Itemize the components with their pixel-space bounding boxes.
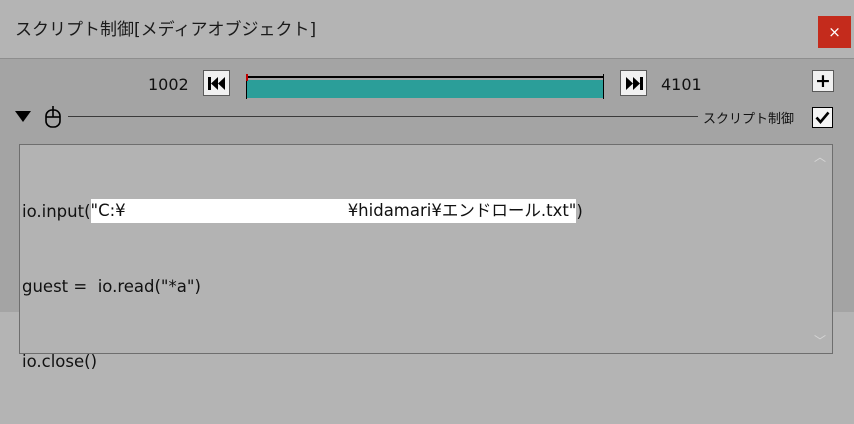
- section-label: スクリプト制御: [703, 112, 795, 127]
- code-line: io.close(): [20, 349, 583, 374]
- scroll-down-arrow-icon[interactable]: ﹀: [809, 330, 831, 352]
- script-editor[interactable]: io.input("C:¥ ¥hidamari¥エンドロール.txt") gues…: [19, 144, 833, 371]
- slider-rail: [246, 76, 604, 78]
- range-end-handle[interactable]: [603, 74, 604, 99]
- fast-forward-button[interactable]: [620, 70, 647, 96]
- code-token: ): [576, 202, 583, 221]
- section-header: スクリプト制御: [0, 104, 854, 130]
- close-button[interactable]: ×: [818, 16, 851, 48]
- section-divider: [68, 116, 698, 117]
- current-position-marker: [246, 74, 248, 81]
- code-token: io.close(): [22, 352, 98, 371]
- collapse-triangle-icon[interactable]: [15, 111, 31, 123]
- mouse-icon: [45, 106, 61, 128]
- code-line: io.input("C:¥ ¥hidamari¥エンドロール.txt"): [20, 199, 583, 224]
- title-bar: スクリプト制御[メディアオブジェクト] ×: [0, 0, 854, 58]
- vertical-scrollbar[interactable]: ︿ ﹀: [809, 146, 831, 352]
- start-frame-number: 1002: [148, 75, 189, 94]
- selected-path-start: "C:¥: [90, 199, 126, 223]
- add-button[interactable]: +: [812, 70, 834, 92]
- code-token: guest = io.read("*a"): [22, 277, 201, 296]
- checkmark-icon: [815, 111, 830, 124]
- script-control-checkbox[interactable]: [812, 107, 833, 128]
- close-icon: ×: [828, 23, 841, 41]
- range-fill: [246, 80, 604, 98]
- divider: [0, 58, 854, 59]
- code-line: guest = io.read("*a"): [20, 274, 583, 299]
- script-code: io.input("C:¥ ¥hidamari¥エンドロール.txt") gues…: [20, 149, 583, 424]
- window-title: スクリプト制御[メディアオブジェクト]: [15, 20, 317, 40]
- end-frame-number: 4101: [661, 75, 702, 94]
- code-token: io.input(: [22, 202, 91, 221]
- frame-range-slider[interactable]: [246, 74, 604, 99]
- selected-path-end: ¥hidamari¥エンドロール.txt": [347, 199, 577, 223]
- rewind-button[interactable]: [203, 70, 230, 96]
- rewind-icon: [208, 77, 225, 90]
- script-control-panel: 1002 4101 + スクリプト制御 io.input("C:¥ ¥hidam…: [0, 58, 854, 371]
- plus-icon: +: [815, 70, 831, 92]
- scroll-up-arrow-icon[interactable]: ︿: [809, 146, 831, 168]
- redacted-path: [125, 199, 348, 223]
- fast-forward-icon: [626, 77, 643, 90]
